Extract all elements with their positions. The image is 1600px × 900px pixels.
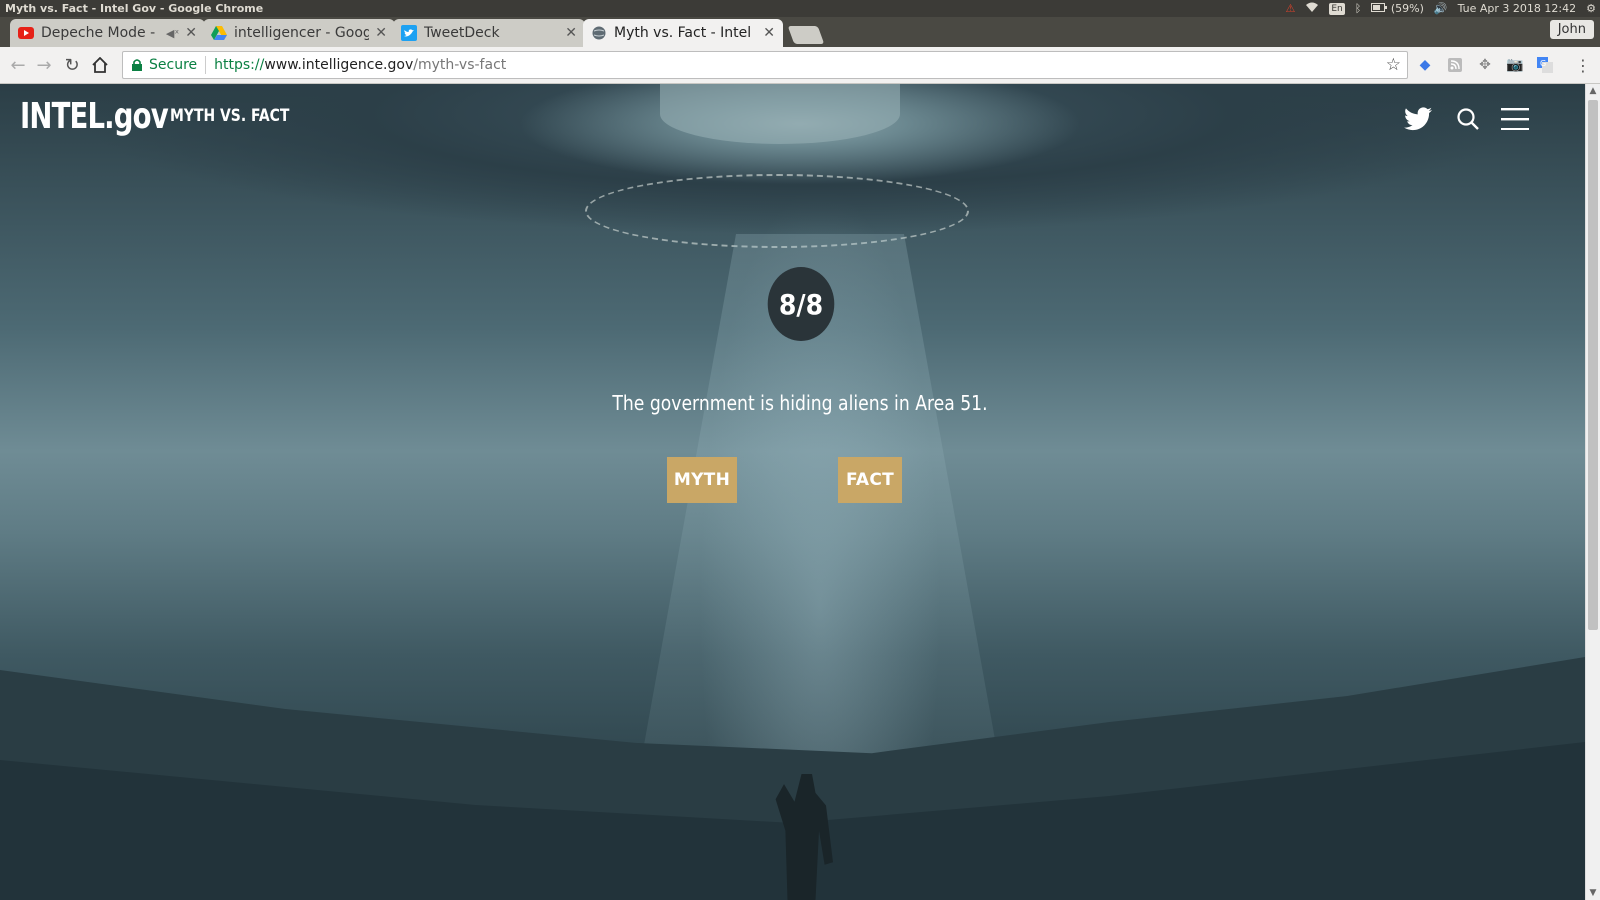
wifi-icon[interactable]: [1305, 1, 1319, 17]
url-scheme: https://: [214, 57, 265, 73]
tab-strip: Depeche Mode - ◀ˣ ✕ intelligencer - Goog…: [0, 17, 1600, 47]
new-tab-button[interactable]: [787, 26, 825, 44]
rss-feed-icon[interactable]: [1446, 56, 1464, 74]
tab-label: Depeche Mode -: [41, 25, 156, 41]
bookmark-star-icon[interactable]: ☆: [1386, 55, 1401, 75]
quiz-question: The government is hiding aliens in Area …: [612, 391, 988, 415]
google-drive-icon: [211, 25, 227, 41]
ufo-dome-illustration: [660, 84, 900, 144]
window-title: Myth vs. Fact - Intel Gov - Google Chrom…: [5, 2, 264, 15]
twitter-icon[interactable]: [1403, 104, 1433, 134]
url-path: /myth-vs-fact: [413, 57, 507, 73]
warning-icon[interactable]: ⚠: [1286, 2, 1296, 16]
question-counter: 8/8: [767, 267, 835, 341]
tab-close-icon[interactable]: ✕: [375, 25, 387, 41]
vertical-scrollbar[interactable]: ▲ ▼: [1585, 84, 1600, 900]
tab-close-icon[interactable]: ✕: [763, 25, 775, 41]
reload-button[interactable]: ↻: [60, 53, 84, 77]
tab-intelligencer[interactable]: intelligencer - Goog ✕: [203, 19, 395, 47]
myth-button[interactable]: MYTH: [667, 457, 737, 503]
home-icon: [92, 57, 108, 73]
chrome-menu-icon[interactable]: ⋮: [1574, 56, 1592, 75]
tab-depeche-mode[interactable]: Depeche Mode - ◀ˣ ✕: [10, 19, 205, 47]
search-icon[interactable]: [1453, 104, 1483, 134]
bluetooth-icon[interactable]: ᛒ: [1355, 2, 1362, 16]
section-title[interactable]: MYTH VS. FACT: [170, 106, 289, 126]
system-tray: ⚠ En ᛒ (59%) 🔊 Tue Apr 3 2018 12:42 ⚙: [1286, 1, 1596, 17]
home-button[interactable]: [88, 53, 112, 77]
url-host: www.intelligence.gov: [264, 57, 414, 73]
tab-label: Myth vs. Fact - Intel: [614, 25, 752, 41]
volume-icon[interactable]: 🔊: [1434, 2, 1448, 16]
tab-label: intelligencer - Goog: [234, 25, 370, 41]
clock[interactable]: Tue Apr 3 2018 12:42: [1458, 2, 1577, 16]
tab-close-icon[interactable]: ✕: [565, 25, 577, 41]
profile-button[interactable]: John: [1549, 20, 1594, 39]
tab-close-icon[interactable]: ✕: [185, 25, 197, 41]
battery-percent: (59%): [1390, 2, 1424, 15]
tab-audio-muted-icon[interactable]: ◀ˣ: [166, 27, 179, 40]
twitter-icon: [401, 25, 417, 41]
page-content: INTEL.gov MYTH VS. FACT 8/8 The governme…: [0, 84, 1585, 900]
tab-tweetdeck[interactable]: TweetDeck ✕: [393, 19, 585, 47]
secure-label: Secure: [149, 57, 198, 73]
youtube-icon: [18, 25, 34, 41]
puzzle-extension-icon[interactable]: ✥: [1476, 56, 1494, 74]
browser-toolbar: ← → ↻ Secure https://www.intelligence.go…: [0, 47, 1600, 84]
scroll-thumb[interactable]: [1588, 100, 1598, 630]
back-button[interactable]: ←: [6, 53, 30, 77]
battery-icon: [1371, 3, 1388, 12]
globe-icon: [591, 25, 607, 41]
svg-text:G: G: [1540, 59, 1546, 68]
scroll-up-arrow-icon[interactable]: ▲: [1588, 86, 1598, 96]
tab-myth-vs-fact[interactable]: Myth vs. Fact - Intel ✕: [583, 19, 783, 47]
address-separator: [205, 56, 207, 74]
site-logo[interactable]: INTEL.gov: [20, 96, 169, 137]
camera-icon[interactable]: 📷: [1506, 56, 1524, 74]
google-translate-icon[interactable]: G: [1536, 56, 1554, 74]
fact-button[interactable]: FACT: [838, 457, 902, 503]
gear-icon[interactable]: ⚙: [1586, 2, 1596, 16]
os-top-bar: Myth vs. Fact - Intel Gov - Google Chrom…: [0, 0, 1600, 17]
hamburger-menu-icon[interactable]: [1500, 104, 1530, 134]
address-bar[interactable]: Secure https://www.intelligence.gov/myth…: [122, 51, 1408, 79]
lock-icon: [131, 58, 143, 72]
extension-graduation-cap-icon[interactable]: ◆: [1416, 56, 1434, 74]
scroll-down-arrow-icon[interactable]: ▼: [1588, 888, 1598, 898]
battery-indicator[interactable]: (59%): [1371, 2, 1424, 16]
keyboard-layout-indicator[interactable]: En: [1329, 3, 1345, 15]
tab-label: TweetDeck: [424, 25, 500, 41]
forward-button[interactable]: →: [32, 53, 56, 77]
